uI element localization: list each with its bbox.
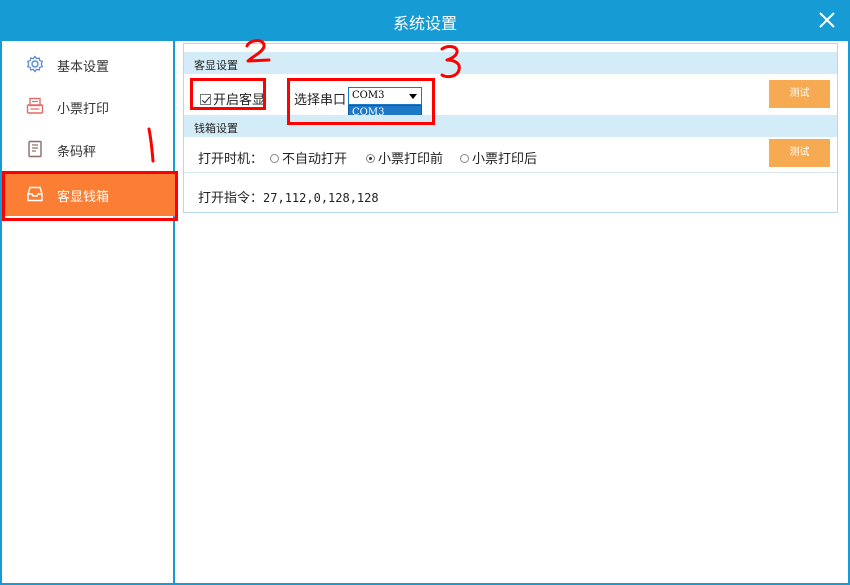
annotation-box-1: [2, 171, 178, 221]
annotation-number-2: [245, 39, 271, 63]
radio-no-auto-open[interactable]: 不自动打开: [270, 148, 347, 167]
sidebar-item-label: 基本设置: [57, 60, 110, 75]
window-title: 系统设置: [392, 14, 457, 33]
section-title: 钱箱设置: [194, 122, 238, 135]
annotation-number-3: [440, 45, 461, 79]
radio-icon[interactable]: [460, 154, 469, 163]
window-titlebar: 系统设置: [0, 0, 850, 41]
radio-before-receipt-print[interactable]: 小票打印前: [366, 148, 443, 167]
sidebar-item-label: 小票打印: [57, 102, 110, 117]
customer-display-section-header: 客显设置: [184, 52, 837, 74]
open-command-value: 27,112,0,128,128: [263, 191, 379, 205]
annotation-number-1: [147, 127, 155, 163]
sidebar-item-label: 条码秤: [57, 145, 97, 160]
section-title: 客显设置: [194, 59, 238, 72]
open-command-row: 打开指令：27,112,0,128,128: [198, 187, 379, 206]
divider: [184, 172, 837, 173]
radio-label: 不自动打开: [282, 152, 348, 167]
settings-panel: 客显设置 开启客显 选择串口 COM3 COM3 测试 钱箱设置 打开时机： 不…: [183, 43, 838, 213]
annotation-box-2: [190, 78, 266, 110]
printer-icon: [26, 97, 44, 114]
radio-icon[interactable]: [270, 154, 279, 163]
close-icon[interactable]: [816, 9, 838, 31]
test-customer-display-button[interactable]: 测试: [769, 80, 830, 108]
radio-label: 小票打印后: [472, 152, 538, 167]
test-cash-drawer-button[interactable]: 测试: [769, 139, 830, 167]
open-command-label: 打开指令：: [198, 191, 264, 206]
cash-drawer-section-header: 钱箱设置: [184, 115, 837, 137]
radio-selected-icon[interactable]: [366, 154, 375, 163]
sidebar-item-basic-settings[interactable]: 基本设置: [2, 43, 175, 85]
open-timing-label: 打开时机：: [198, 152, 264, 167]
annotation-box-3: [287, 78, 435, 125]
scale-icon: [28, 140, 42, 158]
gear-icon: [26, 55, 44, 73]
radio-after-receipt-print[interactable]: 小票打印后: [460, 148, 537, 167]
sidebar-item-receipt-print[interactable]: 小票打印: [2, 85, 175, 127]
radio-label: 小票打印前: [378, 152, 444, 167]
sidebar: 基本设置 小票打印 条码秤 客显钱箱: [2, 41, 175, 583]
